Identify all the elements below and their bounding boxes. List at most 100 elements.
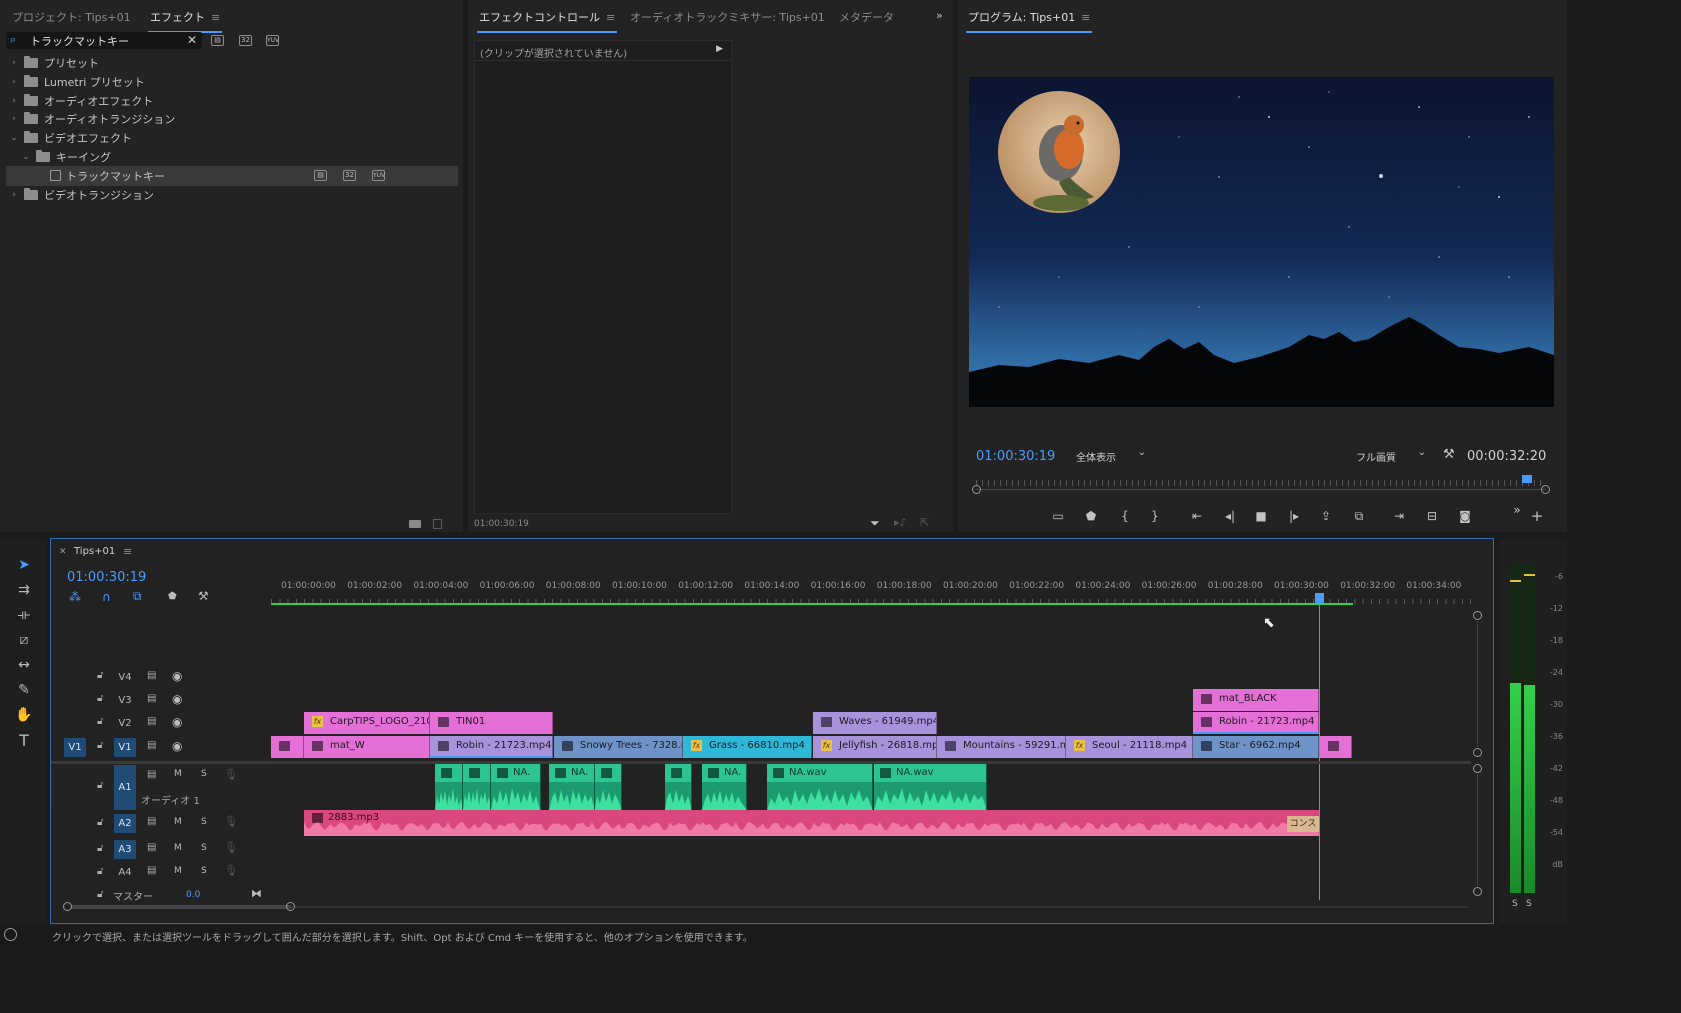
program-current-timecode[interactable]: 01:00:30:19	[976, 449, 1055, 464]
audio-clip-a1-nawav-2[interactable]: NA.wav	[874, 764, 987, 812]
audio-clip-a1-1[interactable]	[435, 764, 463, 812]
step-back-icon[interactable]: ◂|	[1220, 508, 1240, 524]
chevron-right-icon[interactable]: ›	[8, 96, 20, 106]
track-label-v3[interactable]: V3	[114, 691, 136, 710]
sync-lock-icon[interactable]: ▤	[147, 842, 156, 853]
clear-search-icon[interactable]: ✕	[187, 33, 197, 47]
sync-lock-icon[interactable]: ▤	[147, 670, 156, 681]
audio-scroll-bottom-handle[interactable]	[1473, 887, 1482, 896]
solo-button[interactable]: S	[201, 843, 207, 853]
button-editor-icon[interactable]: +	[1527, 508, 1547, 524]
constant-power-transition[interactable]: コンス	[1287, 816, 1319, 832]
search-input[interactable]	[30, 33, 180, 48]
zoom-bar-thumb[interactable]	[71, 905, 291, 909]
zoom-right-handle[interactable]	[286, 902, 295, 911]
selection-tool-icon[interactable]: ➤	[14, 555, 34, 575]
sync-lock-icon[interactable]: ▤	[147, 865, 156, 876]
mute-button[interactable]: M	[174, 817, 182, 827]
accelerated-effects-icon[interactable]: ▤	[211, 35, 224, 46]
ripple-edit-tool-icon[interactable]: ⟛	[14, 605, 34, 625]
compare-view-icon[interactable]: ⊟	[1422, 508, 1442, 524]
mark-out-icon[interactable]: }	[1145, 508, 1165, 524]
timeline-playhead-handle[interactable]	[1315, 593, 1324, 603]
tab-program[interactable]: プログラム: Tips+01 ≡	[965, 9, 1093, 33]
tab-project[interactable]: プロジェクト: Tips+01	[12, 9, 131, 25]
program-video-frame[interactable]	[969, 77, 1554, 407]
clip-v3-mat-black[interactable]: mat_BLACK	[1193, 689, 1319, 711]
master-volume-value[interactable]: 0.0	[186, 890, 200, 900]
step-forward-icon[interactable]: |▸	[1284, 508, 1304, 524]
clip-v1-robin[interactable]: Robin - 21723.mp4	[430, 736, 553, 758]
voice-over-record-icon[interactable]: 🎙︎	[224, 768, 238, 781]
expand-arrow-icon[interactable]: ▶	[716, 44, 723, 54]
clip-v2-carp-logo[interactable]: fx CarpTIPS_LOGO_2104	[304, 712, 430, 734]
track-label-v1[interactable]: V1	[114, 738, 136, 757]
tree-item-video-effects[interactable]: ⌄ ビデオエフェクト	[0, 128, 462, 148]
time-ruler[interactable]: 01:00:00:00 01:00:02:00 01:00:04:00 01:00:0…	[271, 579, 1471, 605]
track-label-a4[interactable]: A4	[114, 863, 136, 882]
track-label-a1[interactable]: A1	[114, 765, 136, 810]
toggle-output-eye-icon[interactable]: ◉	[172, 692, 182, 706]
chevron-right-icon[interactable]: ›	[8, 114, 20, 124]
track-label-a2[interactable]: A2	[114, 814, 136, 833]
lock-icon[interactable]: 🔓︎	[97, 693, 103, 704]
timeline-settings-icon[interactable]: ⚒	[198, 589, 209, 603]
tree-item-audio-effects[interactable]: › オーディオエフェクト	[0, 91, 462, 111]
audio-clip-a2-music[interactable]: 2883.mp3 コンス	[304, 810, 1319, 836]
hand-tool-icon[interactable]: ✋	[14, 705, 34, 725]
close-tab-icon[interactable]: ✕	[59, 547, 67, 557]
solo-right-button[interactable]: S	[1526, 899, 1532, 909]
clip-v1-jellyfish[interactable]: fx Jellyfish - 26818.mp4	[813, 736, 937, 758]
clip-v1-mountains[interactable]: Mountains - 59291.mp4	[937, 736, 1066, 758]
tree-item-track-matte-key[interactable]: トラックマットキー ▤ 32 YUV	[6, 166, 458, 186]
audio-clip-a1-6[interactable]	[665, 764, 692, 812]
clip-v1-star[interactable]: Star - 6962.mp4	[1193, 736, 1319, 758]
voice-over-record-icon[interactable]: 🎙︎	[224, 864, 238, 877]
clip-v2-robin[interactable]: Robin - 21723.mp4	[1193, 712, 1319, 734]
tree-item-video-transitions[interactable]: › ビデオトランジション	[0, 185, 462, 205]
chevron-down-icon[interactable]: ⌄	[20, 152, 32, 162]
lock-icon[interactable]: 🔓︎	[97, 670, 103, 681]
voice-over-record-icon[interactable]: 🎙︎	[224, 841, 238, 854]
snap-magnet-icon[interactable]: ∩	[102, 590, 111, 604]
clip-v1-start[interactable]	[271, 736, 304, 758]
clip-v1-mat-w[interactable]: mat_W	[304, 736, 430, 758]
lock-icon[interactable]: 🔓︎	[97, 843, 103, 854]
toggle-output-eye-icon[interactable]: ◉	[172, 715, 182, 729]
clip-v2-tin01[interactable]: TIN01	[430, 712, 553, 734]
more-panels-icon[interactable]: »	[936, 9, 943, 22]
solo-button[interactable]: S	[201, 866, 207, 876]
program-scrubber[interactable]	[972, 475, 1550, 497]
sync-lock-icon[interactable]: ▤	[147, 716, 156, 727]
track-label-v2[interactable]: V2	[114, 714, 136, 733]
export-frame-icon[interactable]: ◙	[1455, 508, 1475, 524]
extract-icon[interactable]: ⧉	[1349, 508, 1369, 524]
go-to-end-icon[interactable]: ⧓	[251, 887, 262, 900]
tree-item-audio-transitions[interactable]: › オーディオトランジション	[0, 109, 462, 129]
panel-menu-icon[interactable]: ≡	[1081, 11, 1090, 24]
audio-clip-a1-nawav-1[interactable]: NA.wav	[767, 764, 873, 812]
safe-margins-icon[interactable]: ▭	[1048, 508, 1068, 524]
solo-left-button[interactable]: S	[1512, 899, 1518, 909]
video-scroll-bottom-handle[interactable]	[1473, 748, 1482, 757]
add-marker-icon[interactable]: ⬟	[1081, 508, 1101, 524]
track-select-tool-icon[interactable]: ⇉	[14, 580, 34, 600]
audio-clip-a1-3[interactable]: NA.	[491, 764, 541, 812]
audio-clip-a1-2[interactable]	[463, 764, 491, 812]
sync-lock-icon[interactable]: ▤	[147, 693, 156, 704]
tab-audio-track-mixer[interactable]: オーディオトラックミキサー: Tips+01	[630, 9, 825, 25]
32bit-effects-icon[interactable]: 32	[239, 35, 252, 46]
lock-icon[interactable]: 🔓︎	[97, 740, 103, 751]
toggle-output-eye-icon[interactable]: ◉	[172, 669, 182, 683]
add-marker-icon[interactable]: ⬟	[168, 591, 177, 602]
toggle-output-eye-icon[interactable]: ◉	[172, 739, 182, 753]
snap-nest-icon[interactable]: ⁂	[69, 590, 81, 604]
go-to-out-icon[interactable]: ⇥	[1389, 508, 1409, 524]
track-label-a3[interactable]: A3	[114, 840, 136, 859]
timeline-timecode[interactable]: 01:00:30:19	[67, 570, 146, 585]
yuv-effects-icon[interactable]: YUV	[266, 35, 279, 46]
video-scrollbar[interactable]	[1477, 621, 1478, 747]
voice-over-record-icon[interactable]: 🎙︎	[224, 815, 238, 828]
pen-tool-icon[interactable]: ✎	[14, 680, 34, 700]
stop-icon[interactable]: ■	[1251, 508, 1271, 524]
